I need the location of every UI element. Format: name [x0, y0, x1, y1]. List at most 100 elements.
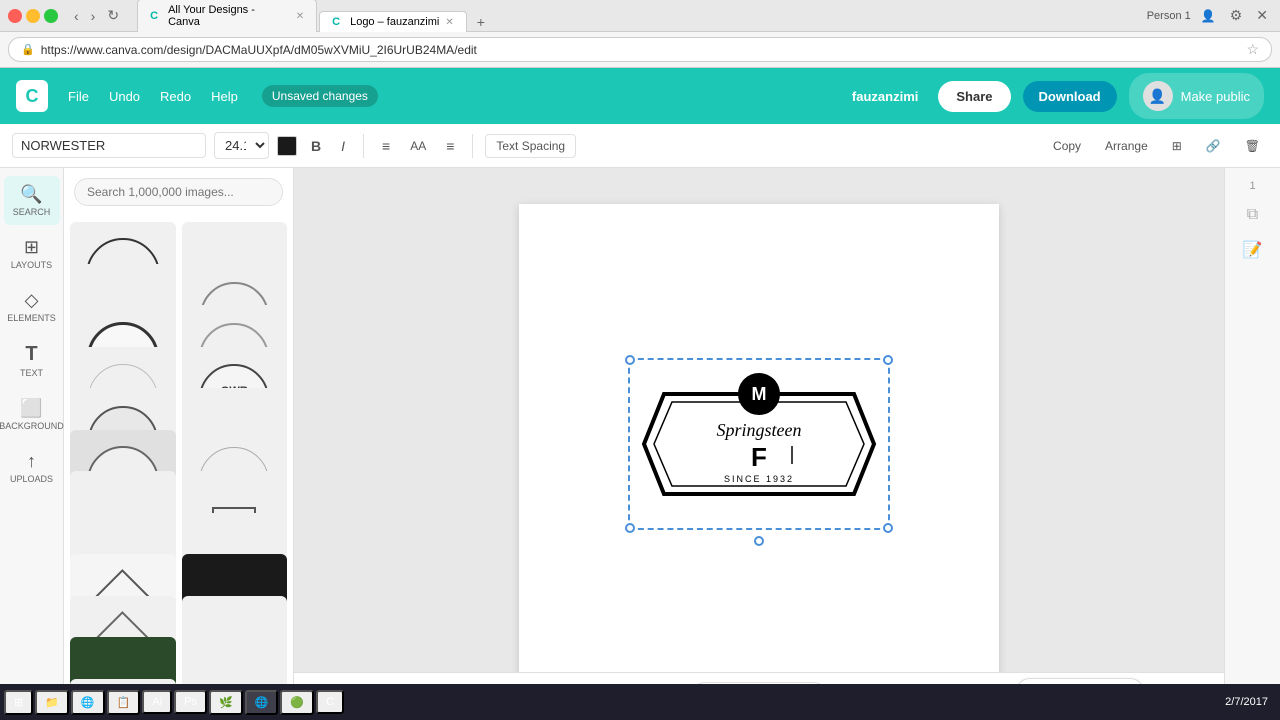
tab-bar: C All Your Designs - Canva ✕ C Logo – fa…: [137, 0, 1141, 32]
text-spacing-button[interactable]: Text Spacing: [485, 134, 576, 158]
align-button[interactable]: ≡: [376, 134, 396, 158]
link-button[interactable]: 🔗: [1198, 135, 1229, 157]
search-input[interactable]: [74, 178, 283, 206]
right-sidebar: 1 ⧉ 📝: [1224, 168, 1280, 720]
uploads-icon: ↑: [27, 451, 36, 472]
logo-design-element[interactable]: M Springsteen F SINCE 1932: [634, 364, 884, 524]
address-bar[interactable]: 🔒 https://www.canva.com/design/DACMaUUXp…: [8, 37, 1272, 62]
italic-button[interactable]: I: [335, 134, 351, 158]
start-button[interactable]: ⊞: [4, 690, 33, 715]
sidebar-item-layouts[interactable]: ⊞ LAYOUTS: [4, 229, 60, 278]
settings-button[interactable]: ⚙: [1226, 5, 1247, 26]
browser-chrome: ‹ › ↻ C All Your Designs - Canva ✕ C Log…: [0, 0, 1280, 32]
refresh-button[interactable]: ↻: [103, 5, 123, 26]
rotate-handle[interactable]: [754, 536, 764, 546]
back-button[interactable]: ‹: [70, 6, 83, 26]
logo-grid: FRISCO GROUND PRODUCTS FREE MORGANS — — …: [64, 216, 293, 720]
sidebar-item-uploads[interactable]: ↑ UPLOADS: [4, 443, 60, 492]
sidebar-item-search[interactable]: 🔍 SEARCH: [4, 176, 60, 225]
arrange-button[interactable]: Arrange: [1097, 135, 1156, 157]
logo-svg: M Springsteen F SINCE 1932: [634, 364, 884, 524]
maximize-button[interactable]: [44, 9, 58, 23]
search-icon: 🔍: [20, 184, 42, 205]
toolbar-menu: File Undo Redo Help: [60, 85, 246, 108]
share-button[interactable]: Share: [938, 81, 1010, 112]
taskbar: ⊞ 📁 🌐 📋 Ai Ps 🌿 🌐 🟢 C 2/7/2017: [0, 684, 1280, 720]
delete-button[interactable]: 🗑: [1237, 135, 1268, 157]
list-button[interactable]: ≡: [440, 134, 460, 158]
make-public-button[interactable]: 👤 Make public: [1129, 73, 1264, 119]
tab-favicon-2: C: [332, 16, 344, 28]
format-divider-1: [363, 134, 364, 158]
resize-handle-bl[interactable]: [625, 523, 635, 533]
close-browser-button[interactable]: ✕: [1252, 5, 1272, 26]
format-divider-2: [472, 134, 473, 158]
color-picker[interactable]: [277, 136, 297, 156]
secure-icon: 🔒: [21, 43, 35, 56]
sidebar-item-text[interactable]: T TEXT: [4, 335, 60, 386]
taskbar-app-1[interactable]: 🌿: [209, 690, 243, 715]
canva-toolbar: C File Undo Redo Help Unsaved changes fa…: [0, 68, 1280, 124]
taskbar-file-explorer[interactable]: 📁: [35, 690, 69, 715]
left-sidebar: 🔍 SEARCH ⊞ LAYOUTS ◇ ELEMENTS T TEXT ⬜ B…: [0, 168, 64, 720]
taskbar-time: 2/7/2017: [1217, 696, 1276, 708]
grid-view-button[interactable]: ⊞: [1164, 135, 1190, 157]
sidebar-background-label: BACKGROUND: [0, 421, 64, 431]
font-name-field[interactable]: [12, 133, 206, 158]
tab-close-2[interactable]: ✕: [445, 17, 453, 28]
tab-all-designs[interactable]: C All Your Designs - Canva ✕: [137, 0, 317, 32]
canvas-page[interactable]: M Springsteen F SINCE 1932: [519, 204, 999, 684]
text-icon: T: [25, 343, 37, 366]
taskbar-chrome[interactable]: 🌐: [71, 690, 105, 715]
menu-redo[interactable]: Redo: [152, 85, 199, 108]
forward-button[interactable]: ›: [87, 6, 100, 26]
copy-button[interactable]: Copy: [1045, 135, 1089, 157]
browser-navigation: ‹ › ↻: [70, 5, 123, 26]
elements-icon: ◇: [25, 290, 39, 311]
svg-text:Springsteen: Springsteen: [717, 420, 802, 440]
bookmark-icon[interactable]: ☆: [1246, 41, 1259, 58]
notes-icon[interactable]: 📝: [1237, 234, 1269, 266]
menu-help[interactable]: Help: [203, 85, 246, 108]
taskbar-notepad[interactable]: 📋: [107, 690, 141, 715]
address-bar-row: 🔒 https://www.canva.com/design/DACMaUUXp…: [0, 32, 1280, 68]
svg-text:SINCE 1932: SINCE 1932: [724, 474, 794, 484]
sidebar-uploads-label: UPLOADS: [10, 474, 53, 484]
copy-page-icon[interactable]: ⧉: [1241, 200, 1264, 230]
taskbar-app-2[interactable]: 🟢: [280, 690, 314, 715]
user-avatar: 👤: [1143, 81, 1173, 111]
text-case-button[interactable]: AA: [404, 135, 432, 157]
taskbar-photoshop[interactable]: Ps: [174, 690, 207, 714]
sidebar-elements-label: ELEMENTS: [7, 313, 56, 323]
menu-file[interactable]: File: [60, 85, 97, 108]
canvas-area: M Springsteen F SINCE 1932 + Add a new p…: [294, 168, 1224, 720]
svg-text:F: F: [751, 442, 767, 472]
user-name: fauzanzimi: [852, 89, 918, 104]
taskbar-chrome-2[interactable]: 🌐: [245, 690, 279, 715]
profile-button[interactable]: 👤: [1197, 7, 1220, 25]
sidebar-item-elements[interactable]: ◇ ELEMENTS: [4, 282, 60, 331]
minimize-button[interactable]: [26, 9, 40, 23]
make-public-label: Make public: [1181, 89, 1250, 104]
person-label: Person 1: [1147, 10, 1191, 22]
new-tab-button[interactable]: +: [473, 12, 489, 32]
download-button[interactable]: Download: [1023, 81, 1117, 112]
tab-title-1: All Your Designs - Canva: [168, 4, 290, 28]
tab-logo-edit[interactable]: C Logo – fauzanzimi ✕: [319, 11, 467, 32]
svg-text:M: M: [752, 384, 767, 404]
format-right-actions: Copy Arrange ⊞ 🔗 🗑: [1045, 135, 1268, 157]
sidebar-item-background[interactable]: ⬜ BACKGROUND: [4, 390, 60, 439]
font-size-field[interactable]: 24.1: [214, 132, 269, 159]
close-button[interactable]: [8, 9, 22, 23]
tab-close-1[interactable]: ✕: [296, 11, 304, 22]
bold-button[interactable]: B: [305, 134, 327, 158]
resize-handle-br[interactable]: [883, 523, 893, 533]
resize-handle-tr[interactable]: [883, 355, 893, 365]
taskbar-illustrator[interactable]: Ai: [142, 690, 172, 714]
tab-favicon-1: C: [150, 10, 162, 22]
taskbar-app-3[interactable]: C: [316, 690, 344, 714]
tab-title-2: Logo – fauzanzimi: [350, 16, 439, 28]
search-panel: FRISCO GROUND PRODUCTS FREE MORGANS — — …: [64, 168, 294, 720]
layouts-icon: ⊞: [24, 237, 39, 258]
menu-undo[interactable]: Undo: [101, 85, 148, 108]
